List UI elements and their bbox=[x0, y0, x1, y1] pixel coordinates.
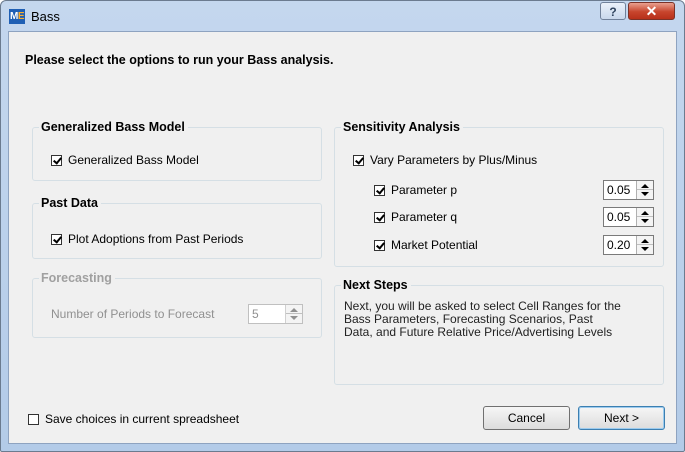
app-icon: ME bbox=[9, 9, 25, 24]
checkbox-label: Plot Adoptions from Past Periods bbox=[68, 232, 244, 246]
spinner-value[interactable]: 0.05 bbox=[607, 210, 630, 224]
checkbox-label: Generalized Bass Model bbox=[68, 153, 199, 167]
next-steps-line: Data, and Future Relative Price/Advertis… bbox=[344, 325, 613, 339]
parameter-p-checkbox[interactable]: Parameter p bbox=[374, 183, 457, 197]
spinner-arrows[interactable] bbox=[636, 236, 653, 254]
spin-down-icon[interactable] bbox=[641, 192, 649, 196]
checkbox-box[interactable] bbox=[28, 413, 39, 425]
generalized-bass-model-checkbox[interactable]: Generalized Bass Model bbox=[51, 153, 199, 167]
group-title: Next Steps bbox=[341, 278, 411, 292]
close-button[interactable]: ✕ bbox=[628, 2, 675, 20]
next-button[interactable]: Next > bbox=[578, 406, 665, 430]
checkbox-box[interactable] bbox=[374, 211, 385, 223]
spin-down-icon[interactable] bbox=[641, 219, 649, 223]
vary-parameters-checkbox[interactable]: Vary Parameters by Plus/Minus bbox=[353, 153, 537, 167]
group-title: Forecasting bbox=[39, 271, 115, 285]
app-icon-text: ME bbox=[9, 11, 25, 22]
app-icon-letter: E bbox=[17, 11, 25, 22]
market-potential-checkbox[interactable]: Market Potential bbox=[374, 238, 478, 252]
spin-up-icon[interactable] bbox=[641, 211, 649, 215]
help-button[interactable]: ? bbox=[600, 2, 626, 20]
past-data-group: Past Data bbox=[32, 196, 322, 259]
cancel-button[interactable]: Cancel bbox=[483, 406, 570, 430]
group-title: Generalized Bass Model bbox=[39, 120, 188, 134]
checkbox-box[interactable] bbox=[51, 154, 62, 166]
next-steps-description: Next, you will be asked to select Cell R… bbox=[344, 300, 664, 339]
checkbox-box[interactable] bbox=[51, 233, 62, 245]
checkbox-box[interactable] bbox=[374, 239, 385, 251]
checkbox-label: Parameter p bbox=[391, 183, 458, 197]
market-potential-spinner[interactable]: 0.20 bbox=[603, 235, 654, 255]
save-choices-checkbox[interactable]: Save choices in current spreadsheet bbox=[28, 412, 239, 426]
spinner-value: 5 bbox=[252, 307, 259, 321]
spinner-value[interactable]: 0.05 bbox=[607, 183, 630, 197]
checkbox-label: Market Potential bbox=[391, 238, 478, 252]
plot-adoptions-checkbox[interactable]: Plot Adoptions from Past Periods bbox=[51, 232, 243, 246]
parameter-q-spinner[interactable]: 0.05 bbox=[603, 207, 654, 227]
group-title: Sensitivity Analysis bbox=[341, 120, 463, 134]
parameter-q-checkbox[interactable]: Parameter q bbox=[374, 210, 457, 224]
spin-down-icon[interactable] bbox=[641, 247, 649, 251]
spin-up-icon[interactable] bbox=[641, 239, 649, 243]
app-icon-letter: M bbox=[9, 11, 18, 22]
spin-down-icon bbox=[290, 316, 298, 320]
checkbox-box[interactable] bbox=[374, 184, 385, 196]
periods-to-forecast-spinner: 5 bbox=[248, 304, 303, 324]
periods-to-forecast-label: Number of Periods to Forecast bbox=[51, 307, 215, 321]
window-title: Bass bbox=[31, 9, 60, 24]
checkbox-label: Vary Parameters by Plus/Minus bbox=[370, 153, 538, 167]
checkbox-label: Parameter q bbox=[391, 210, 458, 224]
spinner-arrows[interactable] bbox=[636, 208, 653, 226]
parameter-p-spinner[interactable]: 0.05 bbox=[603, 180, 654, 200]
spinner-value[interactable]: 0.20 bbox=[607, 238, 630, 252]
spin-up-icon bbox=[290, 308, 298, 312]
instruction-text: Please select the options to run your Ba… bbox=[25, 53, 334, 67]
checkbox-box[interactable] bbox=[353, 154, 364, 166]
spinner-arrows bbox=[285, 305, 302, 323]
title-bar[interactable]: ME Bass ? ✕ bbox=[1, 1, 684, 31]
group-title: Past Data bbox=[39, 196, 101, 210]
spin-up-icon[interactable] bbox=[641, 184, 649, 188]
checkbox-label: Save choices in current spreadsheet bbox=[45, 412, 240, 426]
spinner-arrows[interactable] bbox=[636, 181, 653, 199]
